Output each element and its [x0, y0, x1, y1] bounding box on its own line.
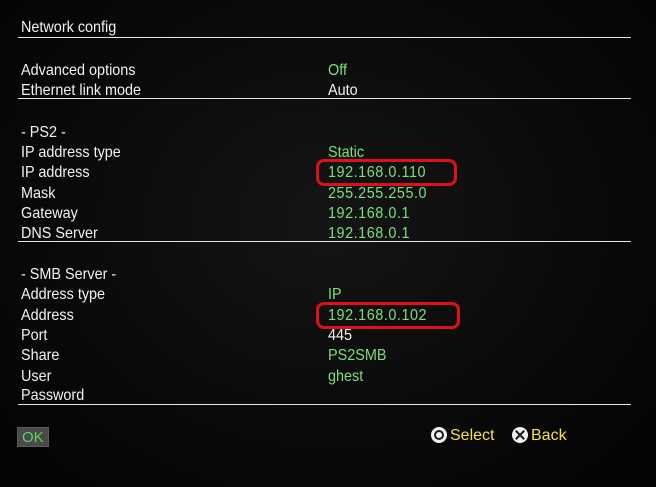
share-label[interactable]: Share — [21, 347, 59, 365]
share-value[interactable]: PS2SMB — [328, 347, 386, 365]
network-config-screen: Network config Advanced options Off Ethe… — [0, 0, 656, 487]
title-divider — [18, 37, 631, 38]
user-value[interactable]: ghest — [328, 368, 363, 386]
general-divider — [18, 98, 631, 99]
advanced-options-label[interactable]: Advanced options — [21, 62, 135, 80]
address-type-label[interactable]: Address type — [21, 286, 105, 304]
smb-divider — [18, 404, 631, 405]
ip-address-highlight — [316, 159, 457, 186]
port-label[interactable]: Port — [21, 327, 47, 345]
address-label[interactable]: Address — [21, 307, 74, 325]
gateway-label[interactable]: Gateway — [21, 205, 78, 223]
page-title: Network config — [21, 19, 117, 36]
mask-value[interactable]: 255.255.255.0 — [328, 185, 427, 203]
ps2-section-heading: - PS2 - — [21, 124, 66, 141]
port-value[interactable]: 445 — [328, 327, 352, 345]
advanced-options-value[interactable]: Off — [328, 62, 347, 80]
mask-label[interactable]: Mask — [21, 185, 55, 203]
gateway-value[interactable]: 192.168.0.1 — [328, 205, 410, 223]
ok-button[interactable]: OK — [17, 427, 49, 447]
back-hint[interactable]: Back — [531, 427, 567, 445]
select-hint[interactable]: Select — [450, 427, 494, 445]
smb-section-heading: - SMB Server - — [21, 266, 117, 283]
ok-button-label: OK — [22, 429, 44, 446]
ip-address-label[interactable]: IP address — [21, 164, 90, 182]
ps2-divider — [18, 241, 631, 242]
password-label[interactable]: Password — [21, 387, 84, 405]
ip-address-type-label[interactable]: IP address type — [21, 144, 121, 162]
cross-button-icon — [512, 427, 528, 443]
address-highlight — [316, 302, 460, 329]
user-label[interactable]: User — [21, 368, 51, 386]
circle-button-icon — [431, 427, 447, 443]
